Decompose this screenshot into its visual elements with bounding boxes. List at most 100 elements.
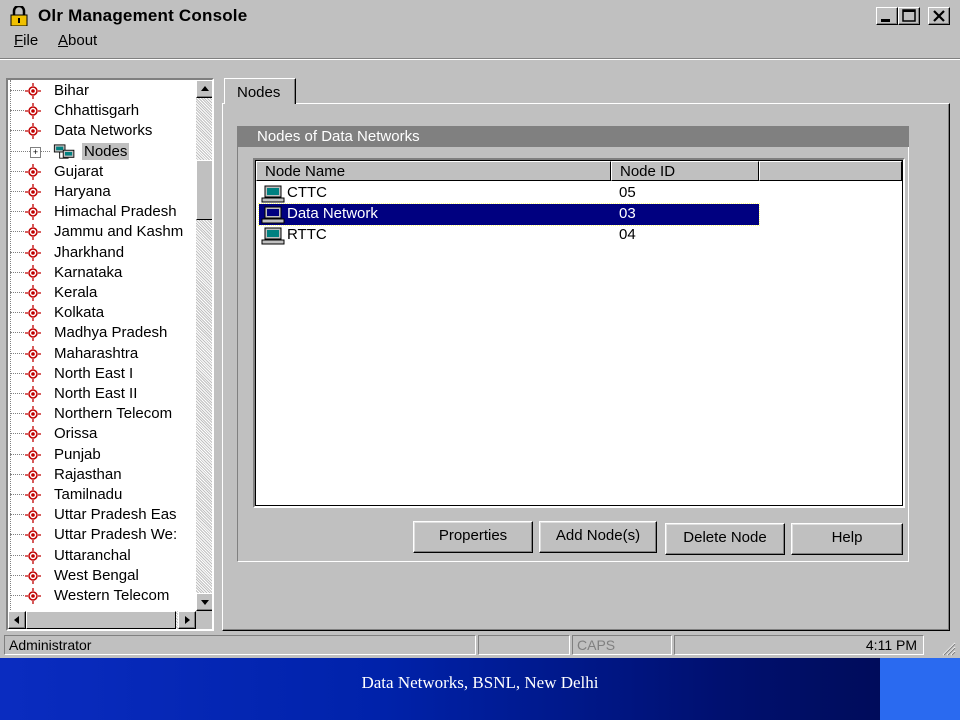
scroll-corner — [196, 611, 212, 629]
tree-item-label: Orissa — [54, 425, 98, 443]
tab-nodes[interactable]: Nodes — [224, 78, 296, 104]
tree-connector — [10, 554, 24, 556]
tree-item[interactable]: Gujarat — [8, 162, 198, 182]
tree-item-label: Rajasthan — [54, 465, 122, 483]
tree-item[interactable]: Rajasthan — [8, 465, 198, 485]
tree-view[interactable]: Bihar Chhattisgarh Data Networks + Nodes Guja… — [6, 78, 214, 631]
scroll-left-button[interactable] — [8, 611, 26, 629]
tree-item-label: Data Networks — [54, 122, 153, 140]
scroll-down-button[interactable] — [196, 593, 212, 611]
tree-item[interactable]: Karnataka — [8, 263, 198, 283]
tree-connector — [10, 130, 24, 132]
close-button[interactable] — [928, 7, 950, 25]
tree-item[interactable]: Kerala — [8, 283, 198, 303]
list-row-selected[interactable]: Data Network 03 — [258, 203, 760, 226]
region-node-icon — [25, 386, 41, 402]
menu-bar: File About — [0, 30, 960, 54]
tree-item[interactable]: Punjab — [8, 445, 198, 465]
tree-item[interactable]: Chhattisgarh — [8, 101, 198, 121]
tree-item[interactable]: Jammu and Kashm — [8, 222, 198, 242]
tree-item[interactable]: Kolkata — [8, 303, 198, 323]
scroll-up-button[interactable] — [196, 80, 212, 98]
tree-item[interactable]: Data Networks — [8, 121, 198, 141]
maximize-button[interactable] — [898, 7, 920, 25]
tree-connector — [10, 90, 24, 91]
region-node-icon — [25, 103, 41, 120]
tree-item[interactable]: Western Telecom — [8, 586, 198, 606]
computer-icon — [261, 206, 285, 224]
column-header-node-name[interactable]: Node Name — [256, 161, 611, 181]
arrow-right-icon — [185, 616, 190, 624]
tree-item[interactable]: West Bengal — [8, 566, 198, 586]
tree-connector — [10, 312, 24, 314]
tree-item[interactable]: Madhya Pradesh — [8, 323, 198, 343]
tree-connector — [10, 514, 24, 516]
status-empty-panel — [478, 635, 570, 655]
delete-node-button[interactable]: Delete Node — [665, 523, 785, 555]
tree-connector — [10, 574, 24, 576]
tree-connector — [10, 332, 24, 334]
region-node-icon — [25, 83, 41, 99]
tree-item-label: Western Telecom — [54, 587, 170, 604]
tree-item[interactable]: North East II — [8, 384, 198, 404]
node-name: RTTC — [287, 226, 327, 243]
add-node-button[interactable]: Add Node(s) — [539, 521, 657, 553]
region-node-icon — [25, 406, 41, 423]
tree-item[interactable]: Orissa — [8, 424, 198, 444]
region-node-icon — [25, 426, 41, 443]
list-row[interactable]: CTTC 05 — [259, 183, 759, 204]
tree-item[interactable]: Uttar Pradesh We: — [8, 525, 198, 545]
menu-about[interactable]: About — [58, 32, 97, 49]
tree-item[interactable]: Northern Telecom — [8, 404, 198, 424]
region-node-icon — [25, 588, 41, 604]
tree-item[interactable]: Uttaranchal — [8, 546, 198, 566]
list-row[interactable]: RTTC 04 — [259, 225, 759, 246]
tree-item[interactable]: Himachal Pradesh — [8, 202, 198, 222]
tree-item-label: Kolkata — [54, 304, 105, 322]
properties-button[interactable]: Properties — [413, 521, 533, 553]
tree-item-label: Himachal Pradesh — [54, 203, 177, 221]
horizontal-scroll-thumb[interactable] — [26, 611, 176, 629]
horizontal-scrollbar[interactable] — [8, 611, 196, 629]
vertical-scroll-thumb[interactable] — [196, 160, 212, 220]
tree-item-label: Nodes — [82, 142, 130, 160]
tree-item[interactable]: Jharkhand — [8, 243, 198, 263]
close-icon — [933, 10, 945, 22]
tree-connector — [10, 292, 24, 293]
region-node-icon — [25, 527, 41, 544]
menu-file[interactable]: File — [14, 32, 38, 49]
tree-connector — [10, 595, 24, 596]
tree-item[interactable]: North East I — [8, 364, 198, 384]
tree-connector — [10, 494, 24, 495]
tree-item-label: Uttar Pradesh We: — [54, 526, 178, 544]
tree-item[interactable]: Maharashtra — [8, 344, 198, 364]
region-node-icon — [25, 285, 41, 301]
region-node-icon — [25, 305, 41, 322]
details-pane: Nodes of Data Networks Node Name Node ID… — [220, 78, 952, 631]
tree-item-label: Karnataka — [54, 263, 123, 281]
tree-item-label: Haryana — [54, 183, 111, 200]
status-bar: Administrator CAPS 4:11 PM — [0, 634, 960, 656]
title-bar[interactable]: Olr Management Console — [0, 0, 960, 30]
help-button[interactable]: Help — [791, 523, 903, 555]
tree-item[interactable]: Haryana — [8, 182, 198, 202]
vertical-scrollbar[interactable] — [196, 80, 212, 611]
tree-item[interactable]: Tamilnadu — [8, 485, 198, 505]
expand-toggle[interactable]: + — [30, 146, 41, 158]
slide-footer: Data Networks, BSNL, New Delhi — [0, 658, 960, 720]
region-node-icon — [25, 224, 41, 241]
tree-item[interactable]: Uttar Pradesh Eas — [8, 505, 198, 525]
column-header-node-id[interactable]: Node ID — [611, 161, 759, 181]
tree-connector — [10, 372, 24, 374]
nodes-list[interactable]: Node Name Node ID CTTC 05 Data Network 0… — [253, 158, 905, 508]
tree-item[interactable]: + Nodes — [8, 142, 198, 162]
minimize-button[interactable] — [876, 7, 898, 25]
tree-connector — [10, 413, 24, 415]
scroll-right-button[interactable] — [178, 611, 196, 629]
region-node-icon — [25, 466, 41, 483]
tree-item[interactable]: Bihar — [8, 81, 198, 101]
resize-grip-icon[interactable] — [938, 638, 956, 656]
tree-item-label: Maharashtra — [54, 344, 139, 362]
tree-item-label: Uttar Pradesh Eas — [54, 506, 177, 524]
region-node-icon — [25, 123, 41, 140]
